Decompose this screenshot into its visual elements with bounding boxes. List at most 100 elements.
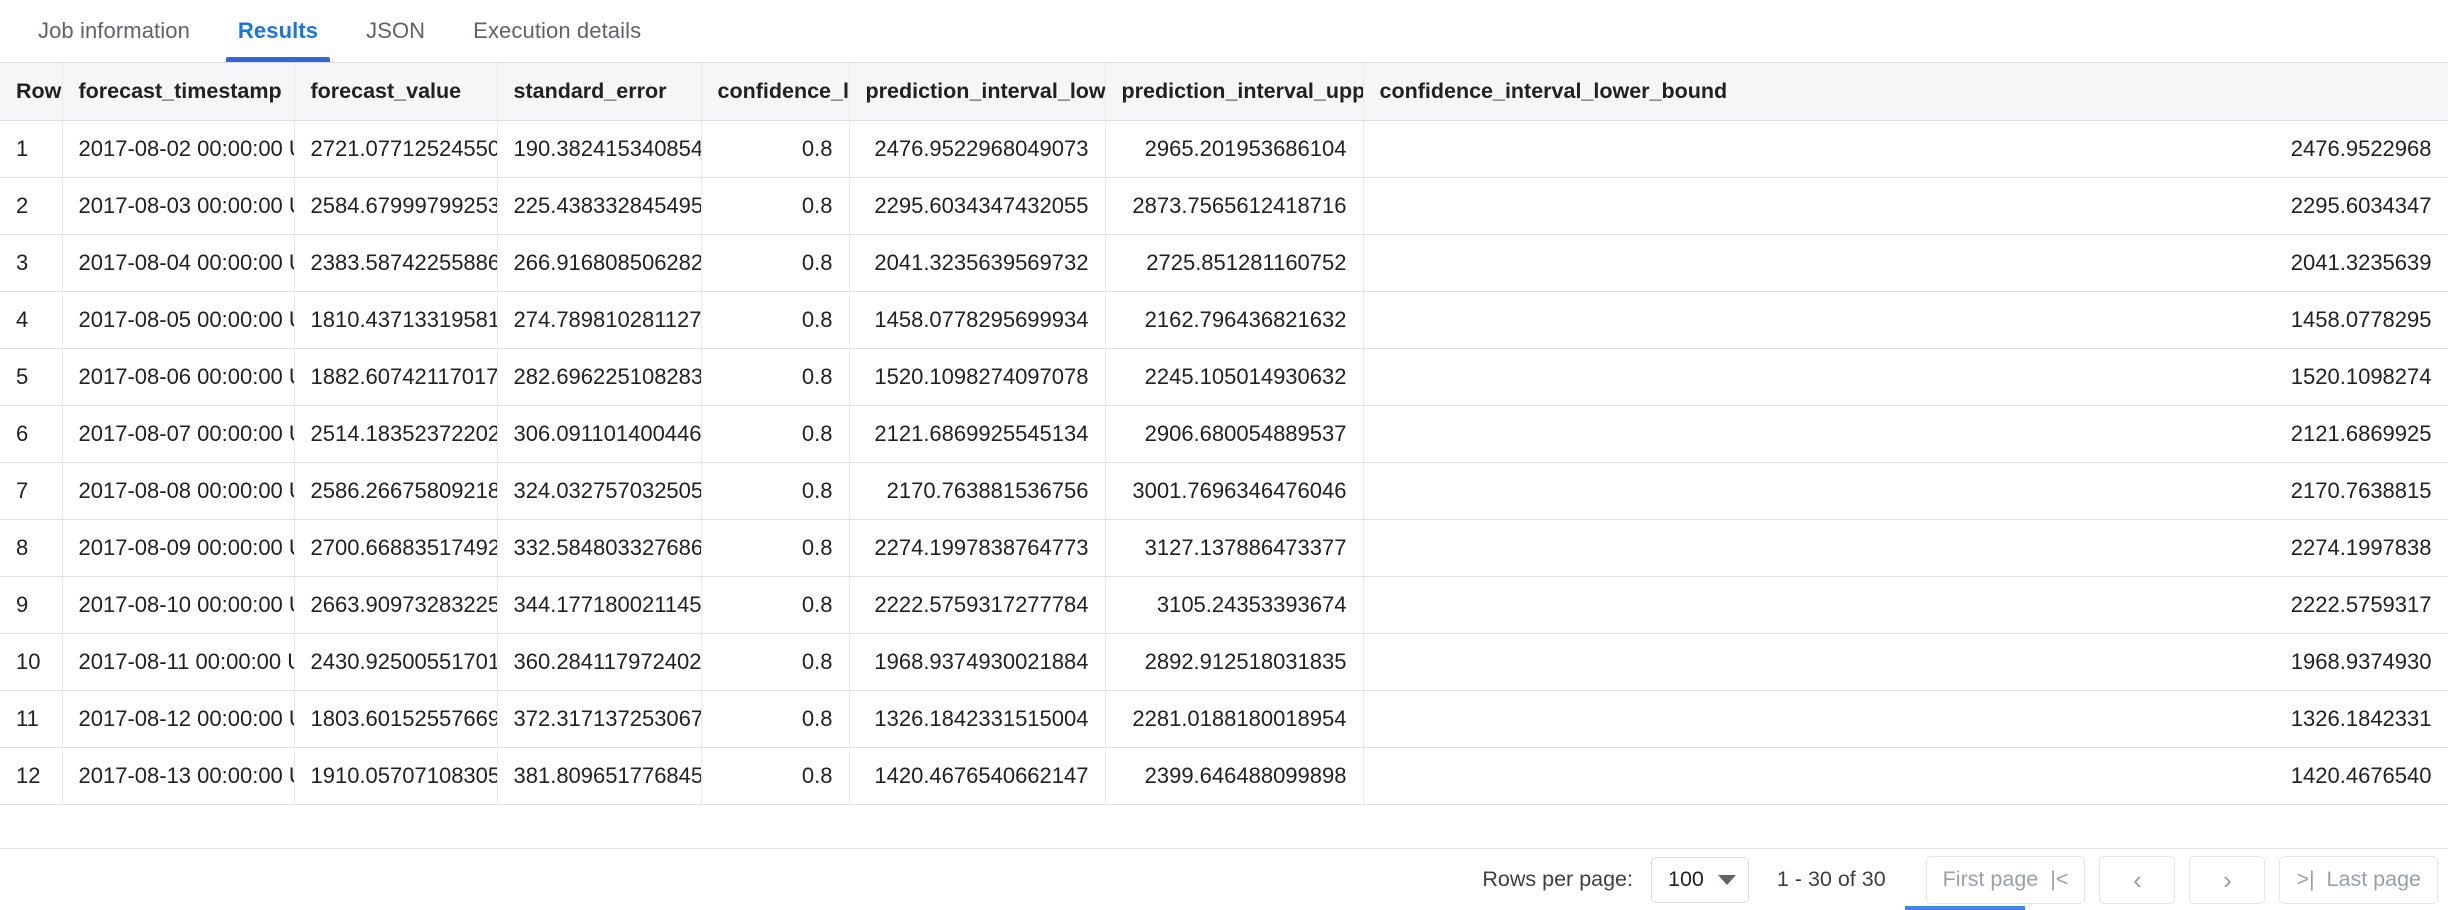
confidence-interval-lower-bound-cell: 2170.7638815 — [1363, 462, 2448, 520]
tab-label: Results — [237, 18, 319, 43]
prediction-interval-lower-bound-cell: 2295.6034347432055 — [849, 177, 1106, 235]
prediction-interval-lower-bound-cell: 1420.4676540662147 — [849, 747, 1106, 805]
forecast-timestamp-cell: 2017-08-06 00:00:00 UTC — [62, 348, 295, 406]
tab-json[interactable]: JSON — [342, 0, 449, 62]
row-number-cell: 1 — [0, 120, 63, 178]
forecast-value-cell: 2586.26675809218 — [294, 462, 498, 520]
confidence-interval-lower-bound-cell: 1420.4676540 — [1363, 747, 2448, 805]
tab-job-information[interactable]: Job information — [14, 0, 214, 62]
standard-error-cell: 324.03275703250523 — [497, 462, 702, 520]
table-row[interactable]: 12017-08-02 00:00:00 UTC2721.07712524550… — [0, 120, 2448, 178]
column-header-prediction-interval-upper-bound[interactable]: prediction_interval_upper_bound — [1105, 63, 1364, 121]
forecast-timestamp-cell: 2017-08-11 00:00:00 UTC — [62, 633, 295, 691]
column-header-confidence-interval-lower-bound[interactable]: confidence_interval_lower_bound — [1363, 63, 2448, 121]
tab-execution-details[interactable]: Execution details — [449, 0, 665, 62]
table-row[interactable]: 32017-08-04 00:00:00 UTC2383.58742255886… — [0, 234, 2448, 292]
forecast-value-cell: 2514.1835237220253 — [294, 405, 498, 463]
confidence-level-cell: 0.8 — [701, 519, 850, 577]
table-row[interactable]: 122017-08-13 00:00:00 UTC1910.0570710830… — [0, 747, 2448, 805]
standard-error-cell: 274.7898102811276 — [497, 291, 702, 349]
confidence-interval-lower-bound-cell: 1520.1098274 — [1363, 348, 2448, 406]
table-row[interactable]: 112017-08-12 00:00:00 UTC1803.6015255766… — [0, 690, 2448, 748]
prediction-interval-lower-bound-cell: 2041.3235639569732 — [849, 234, 1106, 292]
forecast-value-cell: 1803.601525576698 — [294, 690, 498, 748]
table-row[interactable]: 62017-08-07 00:00:00 UTC2514.18352372202… — [0, 405, 2448, 463]
confidence-level-cell: 0.8 — [701, 348, 850, 406]
column-header-row[interactable]: Row — [0, 63, 63, 121]
first-page-button[interactable]: First page |< — [1925, 855, 2086, 904]
standard-error-cell: 282.6962251082836 — [497, 348, 702, 406]
next-page-button[interactable]: › — [2189, 855, 2266, 904]
tab-label: JSON — [366, 18, 426, 43]
column-header-standard-error[interactable]: standard_error — [497, 63, 702, 121]
column-header-confidence-level[interactable]: confidence_level — [701, 63, 850, 121]
prediction-interval-upper-bound-cell: 3105.24353393674 — [1105, 576, 1364, 634]
confidence-interval-lower-bound-cell: 2274.1997838 — [1363, 519, 2448, 577]
table-row[interactable]: 22017-08-03 00:00:00 UTC2584.67999799253… — [0, 177, 2448, 235]
forecast-value-cell: 2584.6799979925386 — [294, 177, 498, 235]
chevron-down-icon — [1717, 874, 1736, 885]
confidence-level-cell: 0.8 — [701, 747, 850, 805]
table-header: Row forecast_timestamp forecast_value st… — [0, 63, 2448, 121]
forecast-value-cell: 2663.909732832259 — [294, 576, 498, 634]
forecast-value-cell: 1810.4371331958127 — [294, 291, 498, 349]
table-row[interactable]: 72017-08-08 00:00:00 UTC2586.26675809218… — [0, 462, 2448, 520]
forecast-timestamp-cell: 2017-08-02 00:00:00 UTC — [62, 120, 295, 178]
rows-per-page-select[interactable]: 100 — [1651, 856, 1749, 903]
forecast-value-cell: 2721.0771252455056 — [294, 120, 498, 178]
tab-results[interactable]: Results — [214, 0, 342, 62]
last-page-button[interactable]: >| Last page — [2279, 855, 2438, 904]
confidence-interval-lower-bound-cell: 2121.6869925 — [1363, 405, 2448, 463]
prediction-interval-upper-bound-cell: 2399.646488099898 — [1105, 747, 1364, 805]
forecast-timestamp-cell: 2017-08-05 00:00:00 UTC — [62, 291, 295, 349]
last-page-label: Last page — [2326, 867, 2421, 891]
forecast-value-cell: 1910.0570710830561 — [294, 747, 498, 805]
prediction-interval-lower-bound-cell: 2222.5759317277784 — [849, 576, 1106, 634]
table-row[interactable]: 102017-08-11 00:00:00 UTC2430.9250055170… — [0, 633, 2448, 691]
forecast-timestamp-cell: 2017-08-08 00:00:00 UTC — [62, 462, 295, 520]
confidence-level-cell: 0.8 — [701, 690, 850, 748]
confidence-level-cell: 0.8 — [701, 177, 850, 235]
confidence-level-cell: 0.8 — [701, 633, 850, 691]
chevron-right-icon: › — [2223, 864, 2232, 895]
forecast-timestamp-cell: 2017-08-09 00:00:00 UTC — [62, 519, 295, 577]
table-row[interactable]: 82017-08-09 00:00:00 UTC2700.66883517492… — [0, 519, 2448, 577]
first-page-icon: |< — [2050, 867, 2069, 891]
prediction-interval-upper-bound-cell: 2892.912518031835 — [1105, 633, 1364, 691]
row-number-cell: 9 — [0, 576, 63, 634]
table-row[interactable]: 42017-08-05 00:00:00 UTC1810.43713319581… — [0, 291, 2448, 349]
confidence-level-cell: 0.8 — [701, 462, 850, 520]
prediction-interval-lower-bound-cell: 2274.1997838764773 — [849, 519, 1106, 577]
confidence-level-cell: 0.8 — [701, 405, 850, 463]
table-row[interactable]: 92017-08-10 00:00:00 UTC2663.90973283225… — [0, 576, 2448, 634]
forecast-timestamp-cell: 2017-08-07 00:00:00 UTC — [62, 405, 295, 463]
forecast-timestamp-cell: 2017-08-12 00:00:00 UTC — [62, 690, 295, 748]
column-header-prediction-interval-lower-bound[interactable]: prediction_interval_lower_bound — [849, 63, 1106, 121]
prediction-interval-lower-bound-cell: 1458.0778295699934 — [849, 291, 1106, 349]
table-row[interactable]: 52017-08-06 00:00:00 UTC1882.60742117017… — [0, 348, 2448, 406]
standard-error-cell: 306.09110140044635 — [497, 405, 702, 463]
prediction-interval-lower-bound-cell: 1968.9374930021884 — [849, 633, 1106, 691]
row-number-cell: 5 — [0, 348, 63, 406]
prediction-interval-upper-bound-cell: 2281.0188180018954 — [1105, 690, 1364, 748]
standard-error-cell: 225.43833284549575 — [497, 177, 702, 235]
pagination-bar: Rows per page: 100 1 - 30 of 30 First pa… — [0, 848, 2448, 910]
results-table-container[interactable]: Row forecast_timestamp forecast_value st… — [0, 63, 2448, 848]
bigquery-results-panel: Job information Results JSON Execution d… — [0, 0, 2448, 910]
results-table: Row forecast_timestamp forecast_value st… — [0, 63, 2448, 805]
previous-page-button[interactable]: ‹ — [2099, 855, 2176, 904]
confidence-level-cell: 0.8 — [701, 576, 850, 634]
column-header-forecast-timestamp[interactable]: forecast_timestamp — [62, 63, 295, 121]
row-number-cell: 11 — [0, 690, 63, 748]
column-header-forecast-value[interactable]: forecast_value — [294, 63, 498, 121]
confidence-level-cell: 0.8 — [701, 234, 850, 292]
prediction-interval-lower-bound-cell: 2121.6869925545134 — [849, 405, 1106, 463]
confidence-interval-lower-bound-cell: 1968.9374930 — [1363, 633, 2448, 691]
row-number-cell: 10 — [0, 633, 63, 691]
confidence-interval-lower-bound-cell: 2295.6034347 — [1363, 177, 2448, 235]
table-header-row: Row forecast_timestamp forecast_value st… — [0, 63, 2448, 121]
standard-error-cell: 190.382415340854 — [497, 120, 702, 178]
pagination-range: 1 - 30 of 30 — [1776, 867, 1886, 891]
standard-error-cell: 381.8096517768452 — [497, 747, 702, 805]
confidence-interval-lower-bound-cell: 2222.5759317 — [1363, 576, 2448, 634]
